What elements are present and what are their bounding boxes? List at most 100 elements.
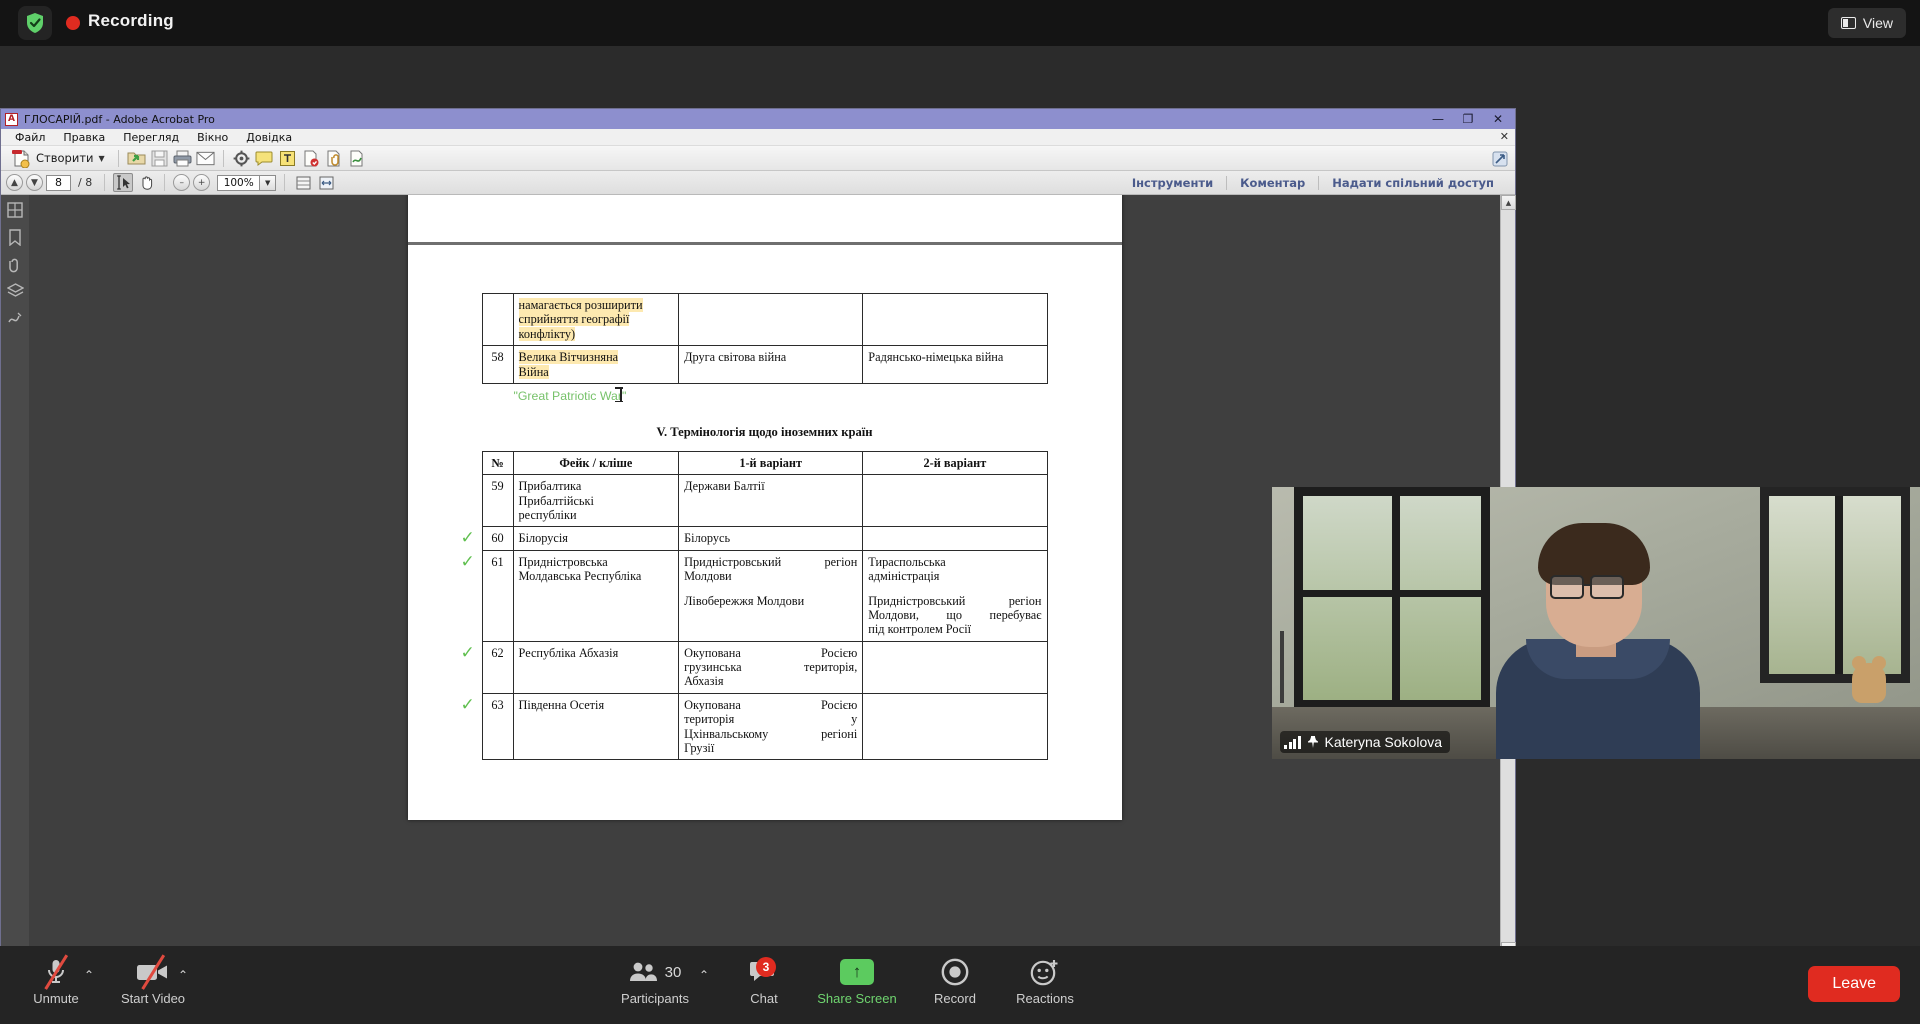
- fit-width-button[interactable]: [316, 173, 336, 192]
- print-button[interactable]: [172, 148, 193, 169]
- acrobat-left-navigation-rail: [1, 195, 29, 957]
- leave-meeting-button[interactable]: Leave: [1808, 966, 1900, 1002]
- scroll-up-button[interactable]: ▲: [1501, 195, 1516, 210]
- audio-options-caret-icon[interactable]: ⌃: [84, 968, 94, 982]
- create-pdf-button[interactable]: Створити ▼: [5, 147, 111, 170]
- participants-button[interactable]: 30 Participants: [609, 955, 701, 1006]
- participants-caret-icon[interactable]: ⌃: [699, 968, 709, 982]
- next-page-button[interactable]: ▼: [26, 174, 43, 191]
- green-checkmark-icon: ✓: [460, 642, 475, 663]
- view-button[interactable]: View: [1827, 8, 1906, 38]
- menu-view[interactable]: Перегляд: [114, 130, 188, 145]
- save-button[interactable]: [149, 148, 170, 169]
- page-number-input[interactable]: 8: [46, 174, 71, 191]
- line: республіки: [518, 508, 577, 522]
- zoom-level-dropdown[interactable]: ▼: [260, 174, 277, 191]
- stamp-button[interactable]: [300, 148, 321, 169]
- line: Цхінвальському регіоні: [684, 726, 858, 741]
- previous-page-button[interactable]: ▲: [6, 174, 23, 191]
- row-number: 60: [491, 531, 504, 546]
- expand-tools-button[interactable]: [1489, 148, 1510, 169]
- close-window-button[interactable]: ✕: [1483, 109, 1513, 129]
- participant-video-tile[interactable]: Kateryna Sokolova: [1272, 487, 1920, 759]
- menu-window[interactable]: Вікно: [188, 130, 237, 145]
- zoom-meeting-window: Recording View A ГЛОСАРІЙ.pdf - Adobe Ac…: [0, 0, 1920, 1024]
- attach-file-icon: [327, 150, 340, 166]
- terminology-table: № Фейк / кліше 1-й варіант 2-й варіант 5…: [461, 450, 1048, 761]
- sticky-note-button[interactable]: [254, 148, 275, 169]
- sign-icon: [350, 150, 363, 166]
- row-number-cell: 58: [481, 345, 514, 384]
- sign-button[interactable]: [346, 148, 367, 169]
- unmute-label: Unmute: [33, 991, 79, 1006]
- page-thumbnails-icon[interactable]: [5, 201, 25, 219]
- zoom-top-bar: Recording View: [0, 0, 1920, 46]
- select-text-tool[interactable]: [113, 173, 134, 192]
- variant1-cell: Друга світова війна: [678, 345, 864, 384]
- person: [1468, 523, 1728, 759]
- record-button[interactable]: Record: [909, 955, 1001, 1006]
- participant-name: Kateryna Sokolova: [1324, 734, 1443, 750]
- menu-edit[interactable]: Правка: [54, 130, 114, 145]
- table-header-row: № Фейк / кліше 1-й варіант 2-й варіант: [481, 450, 1048, 476]
- share-link[interactable]: Надати спільний доступ: [1318, 176, 1507, 190]
- line: Лівобережжя Молдови: [684, 593, 805, 608]
- sticky-note-icon: [255, 151, 273, 166]
- line: грузинська територія,: [684, 660, 858, 674]
- up-arrow-icon: ↑: [840, 955, 874, 989]
- chat-button[interactable]: 3 Chat: [718, 955, 810, 1006]
- zoom-in-button[interactable]: +: [193, 174, 211, 191]
- eyeglass-left: [1550, 575, 1584, 599]
- header-number: №: [481, 450, 514, 476]
- line: Білорусь: [684, 531, 731, 546]
- attachments-icon[interactable]: [5, 255, 25, 273]
- acrobat-title-bar[interactable]: A ГЛОСАРІЙ.pdf - Adobe Acrobat Pro — ❐ ✕: [1, 109, 1515, 129]
- section-heading: V. Термінологія щодо іноземних країн: [656, 424, 873, 439]
- line: Білорусія: [518, 531, 568, 546]
- security-shield-icon[interactable]: [18, 6, 52, 40]
- acrobat-main-toolbar: Створити ▼: [1, 146, 1515, 171]
- table-row: ✓ 61 Придністровська Молдавська Республі…: [461, 549, 1048, 642]
- settings-button[interactable]: [231, 148, 252, 169]
- close-document-button[interactable]: ✕: [1500, 130, 1509, 143]
- text-cursor-icon: [614, 387, 623, 402]
- line: Молдавська Республіка: [518, 569, 642, 584]
- row-number: 62: [491, 645, 504, 660]
- highlighted-text: конфлікту): [518, 326, 576, 341]
- menu-file[interactable]: Файл: [6, 130, 54, 145]
- video-options-caret-icon[interactable]: ⌃: [178, 968, 188, 982]
- page-total-label: / 8: [78, 176, 93, 189]
- pdf-page: намагається розширити сприйняття географ…: [407, 195, 1122, 821]
- open-folder-button[interactable]: [126, 148, 147, 169]
- variant1-cell: Окупована Росією територія у Цхінвальськ…: [678, 692, 864, 761]
- line: Окупована Росією: [684, 697, 858, 712]
- bookmarks-icon[interactable]: [5, 228, 25, 246]
- hand-icon: [142, 176, 152, 190]
- variant1-cell: Держави Балтії: [678, 474, 864, 528]
- tools-link[interactable]: Інструменти: [1119, 176, 1226, 190]
- layers-icon[interactable]: [5, 282, 25, 300]
- line: Тираспольська: [868, 554, 946, 569]
- zoom-out-button[interactable]: –: [173, 174, 191, 191]
- share-screen-button[interactable]: ↑ Share Screen: [811, 955, 903, 1006]
- fit-page-button[interactable]: [293, 173, 313, 192]
- hand-tool[interactable]: [136, 173, 156, 192]
- highlighted-text: Війна: [518, 364, 549, 379]
- menu-help[interactable]: Довідка: [237, 130, 301, 145]
- attach-file-button[interactable]: [323, 148, 344, 169]
- acrobat-menu-bar: Файл Правка Перегляд Вікно Довідка ✕: [1, 129, 1515, 146]
- comment-link[interactable]: Коментар: [1226, 176, 1318, 190]
- stamp-icon: [304, 150, 319, 166]
- fake-cliche-cell: Придністровська Молдавська Республіка: [512, 549, 680, 642]
- zoom-level-input[interactable]: 100%: [217, 174, 261, 191]
- minimize-button[interactable]: —: [1423, 109, 1453, 129]
- signatures-icon[interactable]: [5, 309, 25, 327]
- reactions-button[interactable]: Reactions: [999, 955, 1091, 1006]
- eyeglass-right: [1590, 575, 1624, 599]
- row-number-cell: ✓ 61: [461, 549, 514, 642]
- highlight-text-button[interactable]: [277, 148, 298, 169]
- restore-button[interactable]: ❐: [1453, 109, 1483, 129]
- record-label: Record: [934, 991, 976, 1006]
- chevron-down-icon[interactable]: ▼: [99, 154, 105, 163]
- email-button[interactable]: [195, 148, 216, 169]
